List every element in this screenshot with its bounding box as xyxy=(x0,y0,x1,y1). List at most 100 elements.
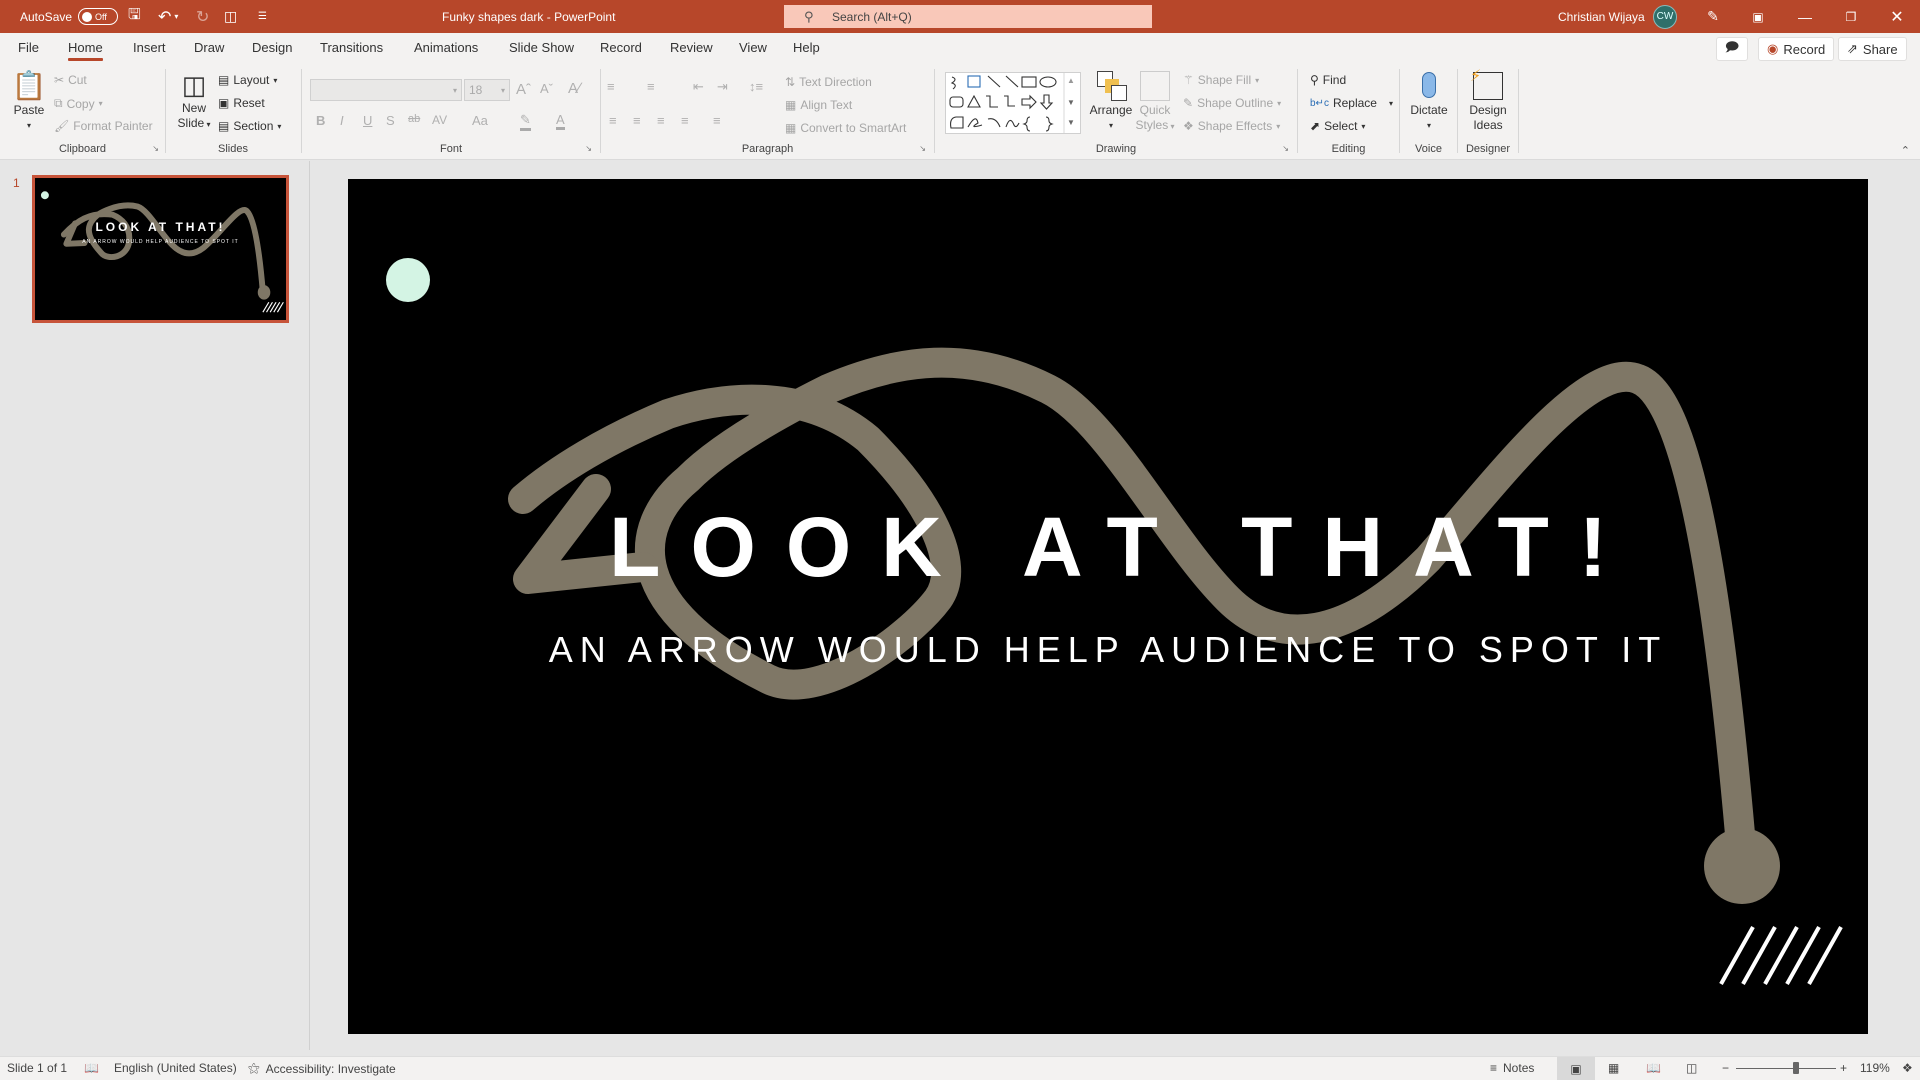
clear-formatting-icon[interactable]: A∕ xyxy=(568,80,581,97)
highlight-icon[interactable]: ✎ xyxy=(520,112,531,131)
replace-button[interactable]: b↵c Replace ▾ xyxy=(1310,96,1393,110)
squiggly-arrow-shape[interactable] xyxy=(508,347,1758,884)
columns-icon[interactable]: ≡ xyxy=(713,113,721,128)
strikethrough-button[interactable]: ab xyxy=(408,113,420,125)
italic-button[interactable]: I xyxy=(340,113,344,128)
tab-insert[interactable]: Insert xyxy=(133,40,166,55)
reading-view-button[interactable]: 📖 xyxy=(1646,1061,1661,1075)
tab-file[interactable]: File xyxy=(18,40,39,55)
shadow-button[interactable]: S xyxy=(386,113,395,128)
find-button[interactable]: ⚲ Find xyxy=(1310,73,1346,87)
avatar[interactable]: CW xyxy=(1653,4,1677,29)
close-button[interactable]: ✕ xyxy=(1874,0,1920,33)
mint-dot[interactable] xyxy=(386,258,430,302)
convert-smartart-button[interactable]: ▦ Convert to SmartArt xyxy=(785,121,906,135)
copy-button[interactable]: ⧉ Copy ▾ xyxy=(54,96,103,111)
cut-button[interactable]: ✂ Cut xyxy=(54,73,87,87)
language-indicator[interactable]: English (United States) xyxy=(114,1061,237,1075)
increase-font-icon[interactable]: Aˆ xyxy=(516,81,531,98)
user-name[interactable]: Christian Wijaya xyxy=(1558,0,1645,33)
arrow-tail-circle[interactable] xyxy=(1704,828,1780,904)
normal-view-button[interactable]: ▣ xyxy=(1557,1057,1595,1080)
change-case-button[interactable]: Aa xyxy=(472,113,488,128)
line-spacing-icon[interactable]: ↕≡ xyxy=(749,79,763,94)
comments-button[interactable]: 🗩 xyxy=(1716,37,1748,61)
zoom-slider-thumb[interactable] xyxy=(1793,1062,1799,1074)
slide-thumbnail[interactable]: LOOK AT THAT! AN ARROW WOULD HELP AUDIEN… xyxy=(32,175,289,323)
new-slide-button[interactable]: ◫ New Slide ▾ xyxy=(174,69,214,132)
ribbon-display-icon[interactable]: ▣ xyxy=(1735,0,1781,33)
slide-sorter-button[interactable]: ▦ xyxy=(1608,1061,1619,1075)
accessibility-button[interactable]: ⚝ Accessibility: Investigate xyxy=(248,1061,396,1076)
slide-canvas[interactable]: LOOK AT THAT! AN ARROW WOULD HELP AUDIEN… xyxy=(348,179,1868,1034)
tab-record[interactable]: Record xyxy=(600,40,642,55)
present-from-start-icon[interactable]: ◫ xyxy=(224,0,237,33)
dialog-launcher-icon[interactable]: ↘ xyxy=(919,144,926,153)
search-box[interactable]: ⚲ Search (Alt+Q) xyxy=(784,5,1152,28)
decrease-font-icon[interactable]: Aˇ xyxy=(540,81,553,96)
design-ideas-button[interactable]: ⚡ Design Ideas xyxy=(1464,69,1512,133)
font-color-icon[interactable]: A xyxy=(556,112,565,130)
save-icon[interactable]: 🖫 xyxy=(128,0,141,33)
reset-button[interactable]: ▣ Reset xyxy=(218,96,265,110)
record-button[interactable]: ◉ Record xyxy=(1758,37,1835,61)
align-text-button[interactable]: ▦ Align Text xyxy=(785,98,852,112)
notes-button[interactable]: ≡ Notes xyxy=(1490,1061,1534,1075)
zoom-out-button[interactable]: − xyxy=(1722,1061,1729,1075)
tab-view[interactable]: View xyxy=(739,40,767,55)
quick-styles-button[interactable]: Quick Styles ▾ xyxy=(1133,69,1177,134)
tab-help[interactable]: Help xyxy=(793,40,820,55)
section-button[interactable]: ▤ Section ▾ xyxy=(218,119,281,133)
redo-icon[interactable]: ↻ xyxy=(196,0,209,33)
customize-toolbar-icon[interactable]: ☰ xyxy=(258,0,267,33)
underline-button[interactable]: U xyxy=(363,113,372,128)
increase-indent-icon[interactable]: ⇥ xyxy=(717,79,728,95)
shapes-gallery[interactable]: ▲ ▼ ▼ xyxy=(945,72,1081,134)
dictate-button[interactable]: Dictate ▾ xyxy=(1406,69,1452,133)
font-size-dropdown[interactable]: 18 ▾ xyxy=(464,79,510,101)
tab-home[interactable]: Home xyxy=(68,40,103,61)
align-left-icon[interactable]: ≡ xyxy=(609,113,617,128)
numbering-icon[interactable]: ≡ xyxy=(647,79,655,94)
shape-fill-button[interactable]: ⚚ Shape Fill ▾ xyxy=(1183,73,1259,87)
pen-icon[interactable]: ✎ xyxy=(1690,0,1736,33)
bold-button[interactable]: B xyxy=(316,113,325,128)
restore-button[interactable]: ❐ xyxy=(1828,0,1874,33)
justify-icon[interactable]: ≡ xyxy=(681,113,689,128)
tab-design[interactable]: Design xyxy=(252,40,292,55)
layout-button[interactable]: ▤ Layout ▾ xyxy=(218,73,277,87)
zoom-in-button[interactable]: + xyxy=(1840,1061,1847,1075)
font-name-dropdown[interactable]: ▾ xyxy=(310,79,462,101)
fit-to-window-icon[interactable]: ❖ xyxy=(1902,1061,1913,1075)
undo-icon[interactable]: ↶ ▾ xyxy=(158,0,178,33)
collapse-ribbon-icon[interactable]: ⌃ xyxy=(1901,144,1910,157)
minimize-button[interactable]: — xyxy=(1782,0,1828,33)
paste-button[interactable]: 📋 Paste ▾ xyxy=(10,69,48,133)
zoom-slider[interactable] xyxy=(1736,1062,1836,1074)
dialog-launcher-icon[interactable]: ↘ xyxy=(1282,144,1289,153)
autosave-control[interactable]: AutoSave Off xyxy=(20,0,119,33)
slide-show-button[interactable]: ◫ xyxy=(1686,1061,1697,1075)
tab-review[interactable]: Review xyxy=(670,40,713,55)
format-painter-button[interactable]: 🖌 Format Painter xyxy=(54,119,153,133)
autosave-toggle[interactable]: Off xyxy=(78,8,119,25)
zoom-level[interactable]: 119% xyxy=(1860,1061,1890,1075)
slide-title[interactable]: LOOK AT THAT! xyxy=(348,499,1868,596)
decorative-stripes[interactable] xyxy=(1719,926,1843,985)
arrange-button[interactable]: Arrange ▾ xyxy=(1087,69,1135,133)
align-center-icon[interactable]: ≡ xyxy=(633,113,641,128)
align-right-icon[interactable]: ≡ xyxy=(657,113,665,128)
tab-transitions[interactable]: Transitions xyxy=(320,40,383,55)
spelling-icon[interactable]: 📖 xyxy=(84,1061,99,1075)
slide-subtitle[interactable]: AN ARROW WOULD HELP AUDIENCE TO SPOT IT xyxy=(348,629,1868,671)
dialog-launcher-icon[interactable]: ↘ xyxy=(585,144,592,153)
bullets-icon[interactable]: ≡ xyxy=(607,79,615,94)
shape-outline-button[interactable]: ✎ Shape Outline ▾ xyxy=(1183,96,1281,110)
tab-draw[interactable]: Draw xyxy=(194,40,224,55)
share-button[interactable]: ⇗ Share xyxy=(1838,37,1907,61)
decrease-indent-icon[interactable]: ⇤ xyxy=(693,79,704,95)
text-direction-button[interactable]: ⇅ Text Direction xyxy=(785,75,872,89)
dialog-launcher-icon[interactable]: ↘ xyxy=(152,144,159,153)
shape-effects-button[interactable]: ❖ Shape Effects ▾ xyxy=(1183,119,1280,133)
character-spacing-button[interactable]: AV xyxy=(432,113,447,127)
